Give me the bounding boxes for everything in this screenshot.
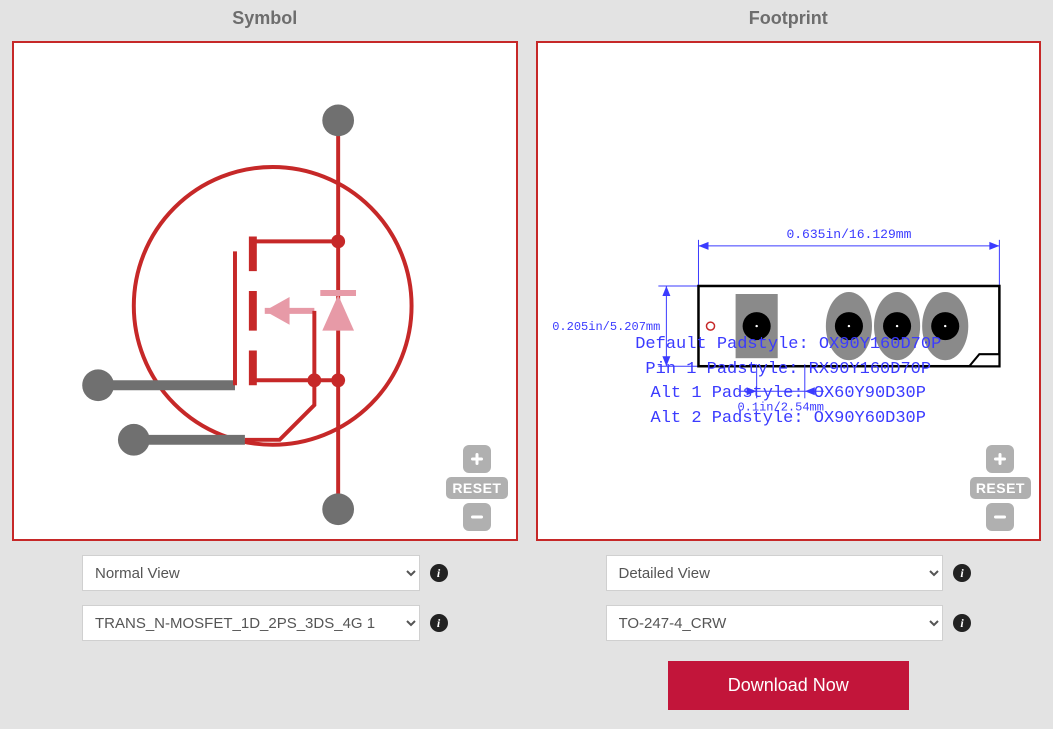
symbol-column: Symbol bbox=[12, 0, 518, 710]
minus-icon bbox=[468, 508, 486, 526]
info-icon[interactable]: i bbox=[953, 614, 971, 632]
footprint-view-select[interactable]: Detailed View bbox=[606, 555, 944, 591]
padstyle-line: Pin 1 Padstyle: RX90Y160D70P bbox=[538, 358, 1040, 383]
symbol-zoom-in[interactable] bbox=[463, 445, 491, 473]
footprint-viewer[interactable]: 0.635in/16.129mm 0.205in/5.207mm bbox=[536, 41, 1042, 541]
symbol-title: Symbol bbox=[12, 8, 518, 29]
footprint-title: Footprint bbox=[536, 8, 1042, 29]
symbol-zoom-out[interactable] bbox=[463, 503, 491, 531]
symbol-view-select[interactable]: Normal View bbox=[82, 555, 420, 591]
padstyle-line: Alt 1 Padstyle: OX60Y90D30P bbox=[538, 382, 1040, 407]
symbol-viewer[interactable]: RESET bbox=[12, 41, 518, 541]
padstyle-line: Alt 2 Padstyle: OX90Y60D30P bbox=[538, 407, 1040, 432]
footprint-column: Footprint 0.635in/16.129mm 0.205in/5.207… bbox=[536, 0, 1042, 710]
footprint-zoom-in[interactable] bbox=[986, 445, 1014, 473]
padstyle-line: Default Padstyle: OX90Y160D70P bbox=[538, 333, 1040, 358]
footprint-zoom-out[interactable] bbox=[986, 503, 1014, 531]
footprint-part-select[interactable]: TO-247-4_CRW bbox=[606, 605, 944, 641]
info-icon[interactable]: i bbox=[953, 564, 971, 582]
plus-icon bbox=[991, 450, 1009, 468]
info-icon[interactable]: i bbox=[430, 564, 448, 582]
footprint-reset-button[interactable]: RESET bbox=[970, 477, 1031, 499]
symbol-part-select[interactable]: TRANS_N-MOSFET_1D_2PS_3DS_4G 1 bbox=[82, 605, 420, 641]
symbol-reset-button[interactable]: RESET bbox=[446, 477, 507, 499]
info-icon[interactable]: i bbox=[430, 614, 448, 632]
download-button[interactable]: Download Now bbox=[668, 661, 909, 710]
minus-icon bbox=[991, 508, 1009, 526]
svg-text:0.635in/16.129mm: 0.635in/16.129mm bbox=[786, 227, 911, 242]
footprint-drawing: 0.635in/16.129mm 0.205in/5.207mm bbox=[538, 43, 1040, 539]
symbol-schematic bbox=[14, 43, 516, 539]
plus-icon bbox=[468, 450, 486, 468]
footprint-padstyle-list: Default Padstyle: OX90Y160D70P Pin 1 Pad… bbox=[538, 333, 1040, 432]
